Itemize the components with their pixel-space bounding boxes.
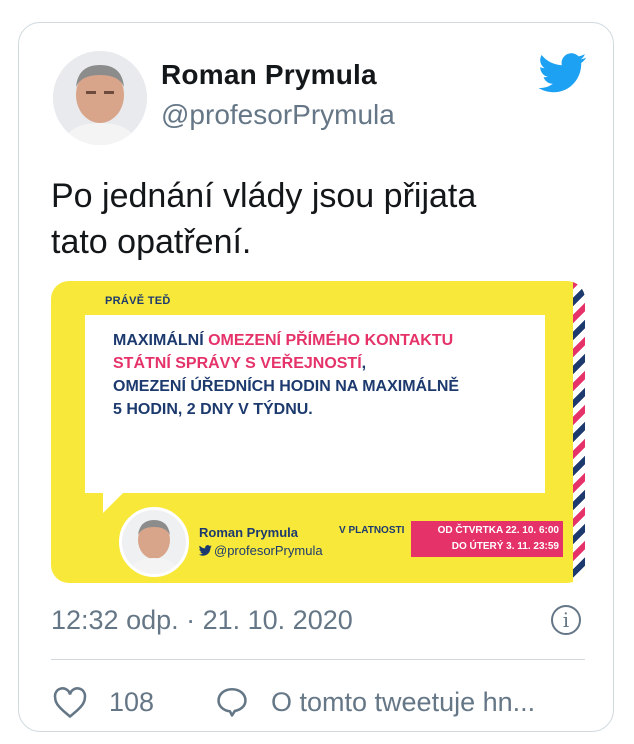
author-avatar[interactable] <box>53 51 147 145</box>
media-message: MAXIMÁLNÍ OMEZENÍ PŘÍMÉHO KONTAKTU STÁTN… <box>113 329 533 421</box>
date-to: DO ÚTERÝ 3. 11. 23:59 <box>451 541 559 552</box>
twitter-bird-small-icon <box>199 545 212 556</box>
msg-text: , <box>361 355 367 372</box>
divider <box>51 659 585 660</box>
tweet-text-line: Po jednání vlády jsou přijata <box>51 177 477 215</box>
msg-text: OMEZENÍ ÚŘEDNÍCH HODIN NA MAXIMÁLNĚ <box>113 378 460 395</box>
speech-bubble-tail <box>103 491 125 513</box>
media-avatar-portrait-icon <box>122 510 186 574</box>
tweet-timestamp[interactable]: 12:32 odp. · 21. 10. 2020 <box>51 605 353 636</box>
validity-label: V PLATNOSTI <box>339 525 405 536</box>
msg-highlight: OMEZENÍ PŘÍMÉHO KONTAKTU <box>208 332 454 349</box>
twitter-bird-icon[interactable] <box>539 53 587 93</box>
like-count[interactable]: 108 <box>109 687 154 718</box>
info-icon[interactable]: i <box>551 605 581 635</box>
tweet-media-image[interactable]: PRÁVĚ TEĎ MAXIMÁLNÍ OMEZENÍ PŘÍMÉHO KONT… <box>51 281 585 583</box>
author-name[interactable]: Roman Prymula <box>161 59 377 91</box>
media-author-name: Roman Prymula <box>199 525 298 540</box>
airmail-stripe <box>573 281 585 583</box>
validity-dates: OD ČTVRTKA 22. 10. 6:00 DO ÚTERÝ 3. 11. … <box>411 521 563 557</box>
media-author-handle: @profesorPrymula <box>214 543 323 558</box>
tweet-card: Roman Prymula @profesorPrymula Po jednán… <box>18 22 614 732</box>
conversation-link[interactable]: O tomto tweetuje hn... <box>271 687 535 718</box>
msg-text: 5 HODIN, 2 DNY V TÝDNU. <box>113 401 313 418</box>
avatar-portrait-icon <box>53 51 147 145</box>
msg-text: MAXIMÁLNÍ <box>113 332 209 349</box>
tweet-text-line: tato opatření. <box>51 223 252 261</box>
reply-bubble-icon[interactable] <box>215 685 249 719</box>
msg-highlight: STÁTNÍ SPRÁVY S VEŘEJNOSTÍ <box>113 355 362 372</box>
heart-icon[interactable] <box>53 687 87 719</box>
media-author-handle-row: @profesorPrymula <box>199 543 323 558</box>
media-label: PRÁVĚ TEĎ <box>105 295 171 307</box>
tweet-text: Po jednání vlády jsou přijata tato opatř… <box>51 173 591 265</box>
author-handle[interactable]: @profesorPrymula <box>161 99 395 131</box>
media-avatar <box>119 507 189 577</box>
date-from: OD ČTVRTKA 22. 10. 6:00 <box>437 525 559 536</box>
